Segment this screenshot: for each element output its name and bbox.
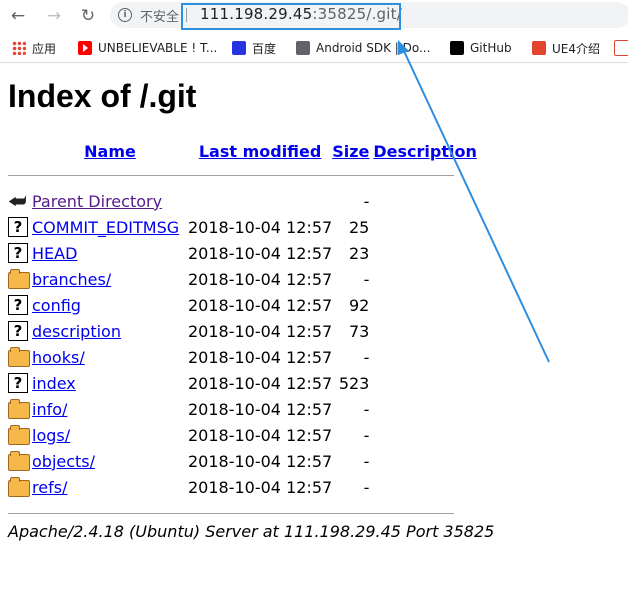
annotation-arrow [398, 40, 550, 363]
